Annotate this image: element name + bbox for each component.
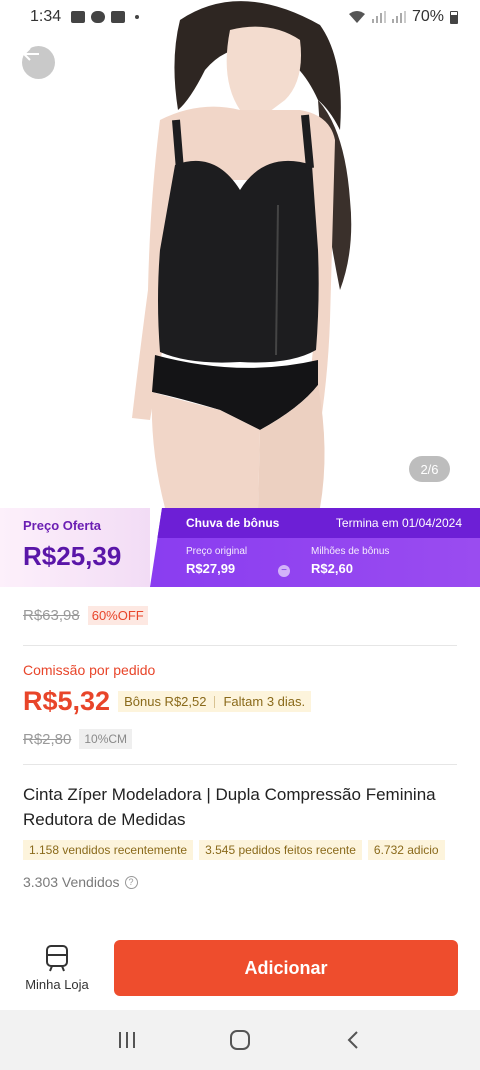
commission-rate-badge: 10%CM: [79, 729, 133, 749]
old-price-row: R$63,98 60%OFF: [23, 606, 148, 625]
more-notifications-icon: [135, 15, 140, 19]
gallery-notification-icon: [71, 11, 86, 23]
offer-label: Preço Oferta: [23, 518, 102, 533]
help-icon[interactable]: ?: [124, 875, 138, 889]
system-nav-bar: [0, 1010, 480, 1070]
chevron-left-icon: [347, 1031, 359, 1049]
back-button[interactable]: [22, 46, 55, 79]
divider: [23, 764, 457, 765]
offer-price: R$25,39: [23, 541, 122, 571]
store-icon: [46, 945, 68, 972]
commission-label: Comissão por pedido: [23, 662, 156, 678]
commission-remaining: Faltam 3 dias.: [223, 694, 306, 709]
minus-icon: −: [278, 565, 290, 577]
commission-value: R$5,32: [23, 686, 111, 716]
signal-icon-2: [391, 11, 406, 23]
battery-icon: [450, 10, 458, 24]
original-price-label: Preço original: [186, 546, 248, 557]
commission-row: R$5,32 Bônus R$2,52 Faltam 3 dias.: [23, 686, 312, 717]
home-button[interactable]: [225, 1025, 255, 1055]
badge-separator: [214, 695, 216, 708]
back-arrow-icon: [22, 47, 39, 61]
wifi-icon: [348, 11, 365, 23]
home-icon: [229, 1030, 250, 1050]
bonus-col: Milhões de bônus R$2,60: [311, 546, 436, 576]
bonus-event-header: Chuva de bônus Termina em 01/04/2024: [150, 508, 480, 538]
my-store-label: Minha Loja: [25, 977, 89, 992]
bonus-event-block[interactable]: Chuva de bônus Termina em 01/04/2024 Pre…: [150, 508, 480, 587]
sales-tag: 1.158 vendidos recentemente: [23, 840, 194, 860]
commission-old-row: R$2,80 10%CM: [23, 729, 133, 749]
commission-bonus-badge: Bônus R$2,52 Faltam 3 dias.: [118, 691, 312, 712]
sold-count-row[interactable]: 3.303 Vendidos ?: [23, 874, 138, 890]
recent-apps-icon: [118, 1032, 135, 1048]
commission-bonus: Bônus R$2,52: [124, 694, 207, 709]
original-price-value: R$27,99: [186, 561, 236, 576]
system-back-button[interactable]: [338, 1025, 368, 1055]
sold-count: 3.303 Vendidos: [23, 874, 120, 890]
bonus-value: R$2,60: [311, 561, 353, 576]
original-price-col: Preço original R$27,99: [186, 546, 311, 576]
my-store-button[interactable]: Minha Loja: [20, 944, 94, 992]
bonus-event-title: Chuva de bônus: [186, 516, 280, 530]
product-photo: [132, 1, 352, 508]
divider: [23, 645, 457, 646]
offer-price-block: Preço Oferta R$25,39: [0, 508, 150, 587]
discount-badge: 60%OFF: [87, 606, 148, 625]
product-image[interactable]: 2/6: [0, 0, 480, 508]
voicemail-notification-icon: [111, 11, 126, 23]
old-price: R$63,98: [23, 607, 80, 624]
recent-apps-button[interactable]: [112, 1025, 142, 1055]
bonus-event-end: Termina em 01/04/2024: [335, 516, 462, 530]
sales-tag: 3.545 pedidos feitos recente: [199, 840, 362, 860]
sales-tags: 1.158 vendidos recentemente 3.545 pedido…: [23, 840, 445, 860]
status-time: 1:34: [30, 8, 62, 25]
bonus-label: Milhões de bônus: [311, 546, 390, 557]
sales-tag: 6.732 adicio: [367, 840, 445, 860]
chat-notification-icon: [91, 11, 106, 23]
status-bar: 1:34 70%: [0, 0, 480, 34]
signal-icon: [371, 11, 386, 23]
product-title: Cinta Zíper Modeladora | Dupla Compressã…: [23, 785, 436, 829]
battery-percent: 70%: [411, 8, 444, 25]
add-button[interactable]: Adicionar: [114, 940, 458, 996]
offer-banner: Preço Oferta R$25,39 Chuva de bônus Term…: [0, 508, 480, 587]
commission-old-value: R$2,80: [23, 730, 72, 748]
image-counter: 2/6: [409, 456, 450, 482]
